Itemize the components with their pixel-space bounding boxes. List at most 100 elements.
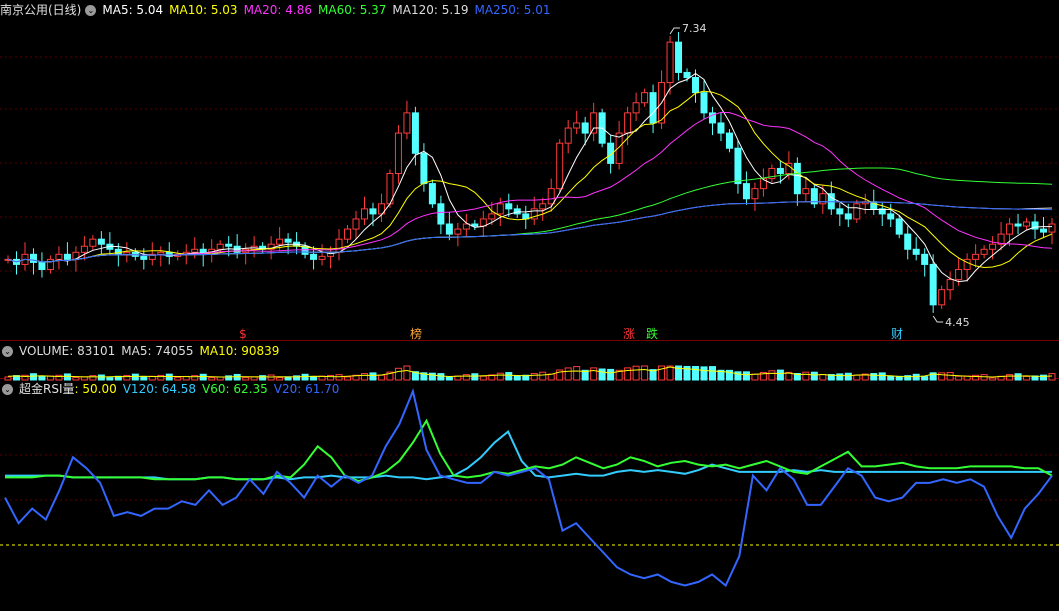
candle-body	[369, 208, 377, 215]
candle-body	[123, 251, 131, 255]
candle-body	[80, 245, 88, 253]
candle-body	[352, 218, 360, 230]
volume-bar	[505, 372, 513, 381]
candle-body	[980, 248, 988, 255]
volume-bar	[38, 375, 46, 381]
volume-bar	[140, 376, 148, 381]
volume-bar	[912, 373, 920, 381]
volume-bar	[530, 373, 538, 381]
volume-bar	[810, 371, 818, 381]
volume-bar	[165, 373, 173, 381]
candle-body	[462, 223, 470, 230]
volume-bar	[708, 366, 716, 381]
candle-body	[1023, 221, 1031, 227]
volume-bar	[369, 372, 377, 381]
ma-line	[7, 167, 1053, 263]
candle-body	[921, 253, 929, 265]
candle-body	[496, 203, 504, 215]
volume-bar	[547, 373, 555, 381]
volume-bars	[4, 365, 1056, 381]
candle-body	[403, 112, 411, 134]
ma-line	[7, 111, 1053, 263]
candle-body	[793, 162, 801, 195]
volume-bar	[692, 366, 700, 381]
volume-bar	[403, 365, 411, 381]
candle-body	[615, 132, 623, 164]
volume-bar	[734, 371, 742, 381]
candle-body	[641, 92, 649, 104]
volume-bar	[428, 372, 436, 381]
low-label: 4.45	[945, 316, 970, 329]
candle-body	[454, 228, 462, 235]
candle-body	[157, 251, 165, 255]
candle-body	[55, 253, 63, 260]
candle-body	[437, 203, 445, 225]
candle-body	[675, 41, 683, 73]
volume-bar	[208, 377, 216, 381]
candle-body	[573, 122, 581, 129]
candle-body	[63, 253, 71, 260]
volume-bar	[1006, 374, 1014, 381]
candle-body	[1048, 223, 1056, 233]
volume-bar	[921, 376, 929, 381]
volume-bar	[989, 377, 997, 381]
candle-body	[624, 112, 632, 134]
volume-bar	[564, 367, 572, 381]
volume-bar	[479, 375, 487, 381]
volume-bar	[344, 376, 352, 381]
volume-bar	[462, 374, 470, 381]
volume-bar	[360, 373, 368, 381]
volume-bar	[598, 368, 606, 381]
volume-bar	[607, 368, 615, 381]
candle-body	[929, 263, 937, 306]
candle-body	[513, 208, 521, 215]
candle-body	[666, 41, 674, 84]
candle-body	[895, 218, 903, 235]
volume-bar	[1023, 375, 1031, 381]
volume-bar	[63, 373, 71, 381]
rsi-line-v120	[5, 430, 1052, 481]
candle-body	[853, 203, 861, 220]
candle-body	[955, 268, 963, 281]
candle-body	[556, 142, 564, 190]
chart-canvas: 7.34 4.45 $ 榜 涨跌 财	[0, 22, 1059, 588]
candle-body	[411, 112, 419, 154]
candle-body	[284, 238, 292, 243]
candle-body	[836, 208, 844, 215]
candle-body	[547, 188, 555, 205]
candle-body	[191, 248, 199, 253]
candle-body	[38, 261, 46, 270]
volume-bar	[700, 366, 708, 381]
candle-body	[938, 289, 946, 306]
candle-body	[216, 243, 224, 250]
candle-body	[276, 238, 284, 245]
volume-bar	[106, 377, 114, 381]
candle-body	[692, 77, 700, 94]
candle-body	[802, 188, 810, 195]
volume-bar	[97, 374, 105, 381]
volume-bar	[776, 369, 784, 381]
volume-bar	[445, 376, 453, 381]
candle-body	[445, 223, 453, 235]
volume-bar	[853, 374, 861, 381]
candle-body	[394, 132, 402, 174]
volume-bar	[301, 373, 309, 381]
candle-body	[989, 243, 997, 250]
volume-bar	[242, 377, 250, 381]
candle-body	[89, 238, 97, 247]
volume-bar	[199, 373, 207, 381]
volume-bar	[938, 372, 946, 381]
low-pointer	[932, 315, 944, 323]
candle-body	[344, 228, 352, 240]
volume-bar	[335, 374, 343, 381]
candle-body	[310, 253, 318, 260]
candle-body	[751, 188, 759, 200]
volume-bar	[802, 371, 810, 381]
candle-body	[539, 203, 547, 210]
candle-body	[734, 147, 742, 185]
volume-bar	[946, 372, 954, 381]
volume-bar	[437, 373, 445, 381]
volume-bar	[233, 373, 241, 381]
rsi-lines	[0, 388, 1059, 588]
volume-bar	[131, 373, 139, 381]
